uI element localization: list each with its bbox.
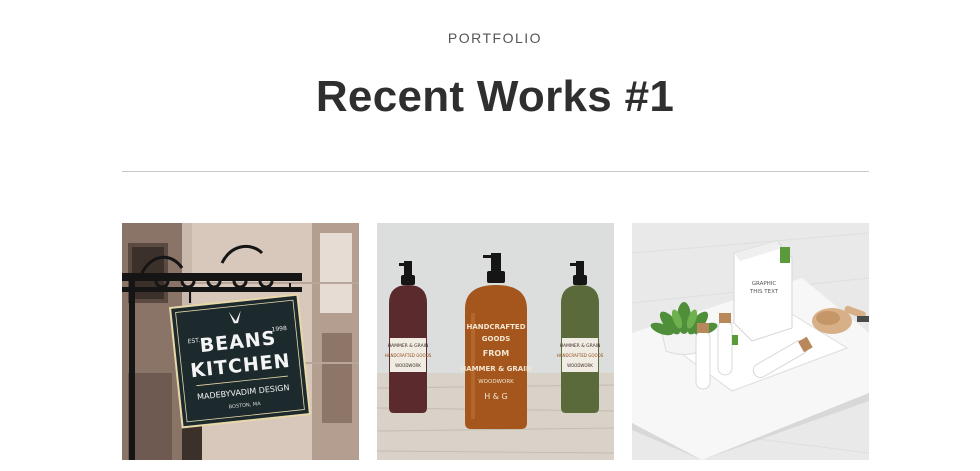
portfolio-item-hammer-grain[interactable]: HAMMER & GRAIN HANDCRAFTED GOODS WOODWOR… [377, 223, 614, 460]
portfolio-item-beans-kitchen[interactable]: BEANS KITCHEN EST. 1998 MADEBYVADIM DESI… [122, 223, 359, 460]
left-label-foot: WOODWORK [395, 363, 421, 368]
center-label-goods: GOODS [482, 335, 511, 343]
right-label-foot: WOODWORK [567, 363, 593, 368]
hammer-grain-bottles-image: HAMMER & GRAIN HANDCRAFTED GOODS WOODWOR… [377, 223, 614, 460]
sign-est: EST. [187, 337, 200, 345]
center-label-brand: HAMMER & GRAIN [460, 365, 532, 373]
right-label-sub: HANDCRAFTED GOODS [557, 353, 604, 358]
section-divider [122, 171, 869, 172]
section-eyebrow: PORTFOLIO [447, 30, 543, 46]
portfolio-item-white-mockup[interactable]: GRAPHIC THIS TEXT [632, 223, 869, 460]
left-label-title: HAMMER & GRAIN [388, 343, 429, 349]
center-label-foot: WOODWORK [478, 379, 514, 385]
bag-line-1: GRAPHIC [752, 281, 777, 287]
section-title: Recent Works #1 [315, 72, 675, 121]
left-label-sub: HANDCRAFTED GOODS [385, 353, 432, 358]
bag-line-2: THIS TEXT [749, 289, 779, 295]
beans-kitchen-sign-image: BEANS KITCHEN EST. 1998 MADEBYVADIM DESI… [122, 223, 359, 460]
white-mockup-image: GRAPHIC THIS TEXT [632, 223, 869, 460]
center-label-from: FROM [483, 349, 509, 358]
right-label-title: HAMMER & GRAIN [560, 343, 601, 349]
center-label-mark: H & G [484, 392, 508, 401]
center-label-top: HANDCRAFTED [466, 323, 525, 331]
portfolio-grid: BEANS KITCHEN EST. 1998 MADEBYVADIM DESI… [122, 223, 869, 460]
